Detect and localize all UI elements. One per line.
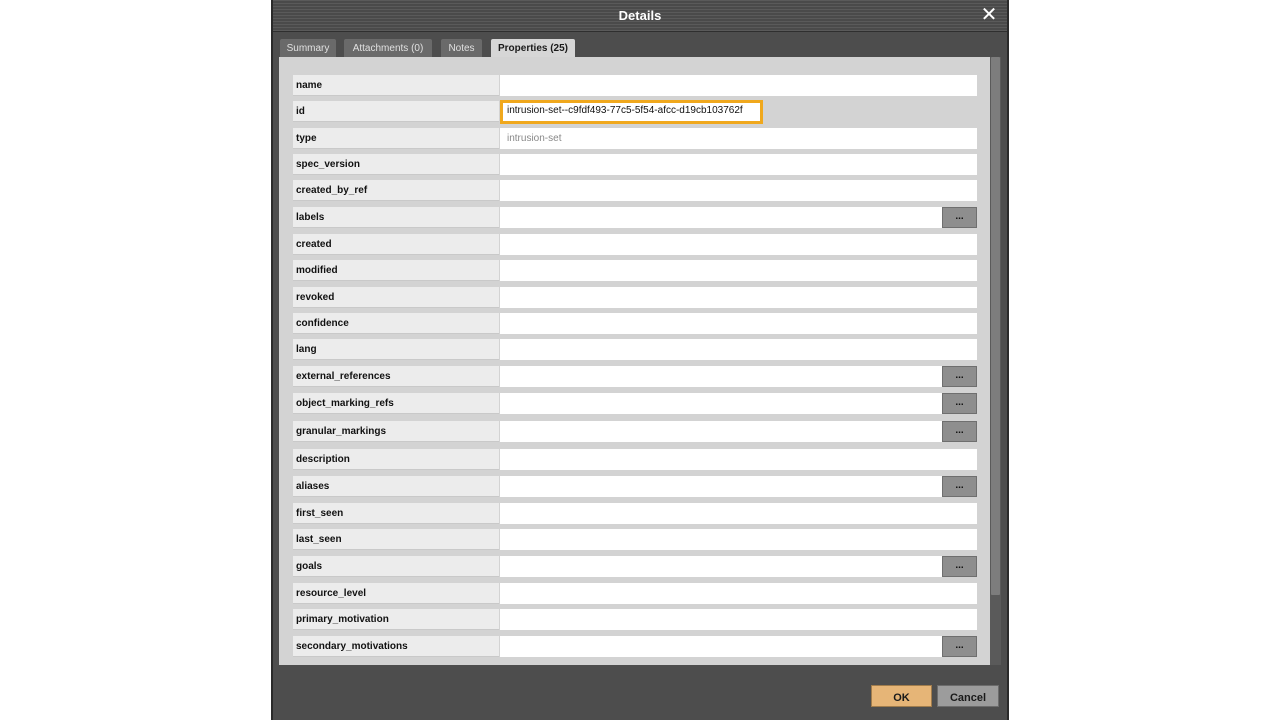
- property-row-type: type intrusion-set: [293, 128, 977, 149]
- property-value-field[interactable]: [500, 449, 977, 470]
- edit-ellipsis-button[interactable]: ...: [942, 421, 977, 442]
- edit-ellipsis-button[interactable]: ...: [942, 207, 977, 228]
- property-row-granular-markings: granular_markings...: [293, 421, 977, 442]
- properties-panel: name id intrusion-set--c9fdf493-77c5-5f54-…: [279, 57, 991, 665]
- scrollbar-thumb[interactable]: [991, 57, 1000, 595]
- tab-attachments[interactable]: Attachments (0): [344, 39, 432, 57]
- property-row-aliases: aliases...: [293, 476, 977, 497]
- property-row-first-seen: first_seen: [293, 503, 977, 524]
- property-value-field[interactable]: [500, 609, 977, 630]
- property-value-field[interactable]: [500, 154, 977, 175]
- property-label: goals: [293, 556, 499, 577]
- dialog-title: Details: [618, 8, 662, 23]
- property-value-field[interactable]: [500, 287, 977, 308]
- property-label: revoked: [293, 287, 499, 308]
- property-label: aliases: [293, 476, 499, 497]
- property-label: spec_version: [293, 154, 499, 175]
- property-label: lang: [293, 339, 499, 360]
- property-value-field[interactable]: [500, 529, 977, 550]
- property-row-object-marking-refs: object_marking_refs...: [293, 393, 977, 414]
- property-label: type: [293, 128, 499, 149]
- property-label: object_marking_refs: [293, 393, 499, 414]
- edit-ellipsis-button[interactable]: ...: [942, 556, 977, 577]
- property-row-primary-motivation: primary_motivation: [293, 609, 977, 630]
- tab-summary[interactable]: Summary: [280, 39, 336, 57]
- property-row-confidence: confidence: [293, 313, 977, 334]
- property-label: granular_markings: [293, 421, 499, 442]
- property-row-last-seen: last_seen: [293, 529, 977, 550]
- tab-properties[interactable]: Properties (25): [491, 39, 575, 57]
- close-icon[interactable]: ✕: [979, 5, 999, 25]
- property-value-field[interactable]: [500, 234, 977, 255]
- property-value-field[interactable]: [500, 180, 977, 201]
- property-label: name: [293, 75, 499, 96]
- property-label: secondary_motivations: [293, 636, 499, 657]
- property-label: description: [293, 449, 499, 470]
- property-row-resource-level: resource_level: [293, 583, 977, 604]
- tab-notes[interactable]: Notes: [441, 39, 482, 57]
- ok-button[interactable]: OK: [871, 685, 932, 707]
- property-label: created: [293, 234, 499, 255]
- property-label: external_references: [293, 366, 499, 387]
- property-label: created_by_ref: [293, 180, 499, 201]
- property-label: labels: [293, 207, 499, 228]
- property-value-field[interactable]: [500, 476, 977, 497]
- property-row-goals: goals...: [293, 556, 977, 577]
- property-row-labels: labels...: [293, 207, 977, 228]
- property-value-field[interactable]: intrusion-set--c9fdf493-77c5-5f54-afcc-d…: [500, 100, 763, 124]
- property-row-spec-version: spec_version: [293, 154, 977, 175]
- property-label: resource_level: [293, 583, 499, 604]
- property-value-field[interactable]: [500, 556, 977, 577]
- property-label: primary_motivation: [293, 609, 499, 630]
- property-value-field[interactable]: [500, 393, 977, 414]
- property-value-field[interactable]: [500, 75, 977, 96]
- details-dialog: Details ✕ Summary Attachments (0) Notes …: [271, 0, 1009, 720]
- property-label: last_seen: [293, 529, 499, 550]
- property-row-created-by-ref: created_by_ref: [293, 180, 977, 201]
- edit-ellipsis-button[interactable]: ...: [942, 636, 977, 657]
- property-label: confidence: [293, 313, 499, 334]
- property-label: id: [293, 101, 499, 122]
- property-value-field[interactable]: [500, 366, 977, 387]
- cancel-button[interactable]: Cancel: [937, 685, 999, 707]
- property-row-name: name: [293, 75, 977, 96]
- property-value-field[interactable]: [500, 207, 977, 228]
- property-value-field[interactable]: [500, 421, 977, 442]
- property-row-revoked: revoked: [293, 287, 977, 308]
- property-value-field[interactable]: intrusion-set: [500, 128, 977, 149]
- edit-ellipsis-button[interactable]: ...: [942, 366, 977, 387]
- property-value-field[interactable]: [500, 313, 977, 334]
- property-value-field[interactable]: [500, 583, 977, 604]
- property-row-secondary-motivations: secondary_motivations...: [293, 636, 977, 657]
- property-row-external-references: external_references...: [293, 366, 977, 387]
- edit-ellipsis-button[interactable]: ...: [942, 476, 977, 497]
- edit-ellipsis-button[interactable]: ...: [942, 393, 977, 414]
- property-value-field[interactable]: [500, 339, 977, 360]
- property-value-field[interactable]: [500, 503, 977, 524]
- property-label: modified: [293, 260, 499, 281]
- title-bar[interactable]: Details ✕: [273, 0, 1007, 32]
- property-row-description: description: [293, 449, 977, 470]
- property-value-field[interactable]: [500, 636, 977, 657]
- property-row-created: created: [293, 234, 977, 255]
- property-row-lang: lang: [293, 339, 977, 360]
- property-row-id: id intrusion-set--c9fdf493-77c5-5f54-afcc…: [293, 100, 977, 124]
- properties-scrollbar[interactable]: [990, 57, 1001, 665]
- property-row-modified: modified: [293, 260, 977, 281]
- property-value-field[interactable]: [500, 260, 977, 281]
- property-label: first_seen: [293, 503, 499, 524]
